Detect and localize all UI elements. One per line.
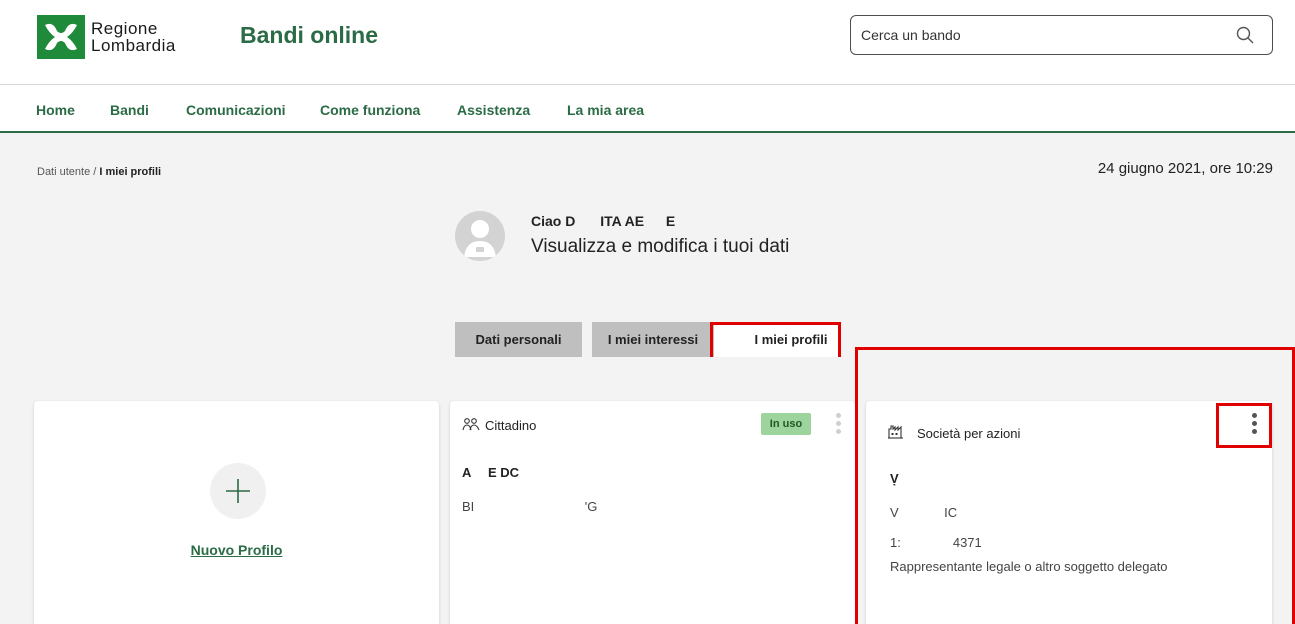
search-input[interactable]: [851, 16, 1221, 54]
company-name: Ṿ: [890, 471, 899, 486]
nav-la-mia-area[interactable]: La mia area: [567, 102, 644, 118]
search-icon[interactable]: [1236, 26, 1254, 44]
company-address: V IC: [890, 505, 958, 520]
breadcrumb-current: I miei profili: [99, 166, 162, 178]
tab-i-miei-interessi[interactable]: I miei interessi: [592, 322, 714, 357]
people-icon: [462, 418, 480, 431]
user-greeting: Ciao D ITA AE E: [531, 213, 676, 229]
profiles-area: Nuovo Profilo Cittadino In uso A E DC BI…: [0, 357, 1295, 624]
in-use-badge: In uso: [761, 413, 811, 435]
breadcrumb-separator: /: [90, 166, 100, 178]
nav-assistenza[interactable]: Assistenza: [457, 102, 530, 118]
plus-icon: [226, 479, 250, 503]
user-icon: [464, 220, 496, 257]
profile-role: Rappresentante legale o altro soggetto d…: [890, 559, 1168, 574]
search-box[interactable]: [850, 15, 1273, 55]
profile-type-title: Cittadino: [485, 418, 537, 433]
profile-type-title: Società per azioni: [917, 426, 1021, 441]
tab-dati-personali[interactable]: Dati personali: [455, 322, 582, 357]
regione-lombardia-logo[interactable]: Regione Lombardia: [37, 15, 176, 59]
page-subtitle: Visualizza e modifica i tuoi dati: [531, 236, 790, 257]
tab-i-miei-profili[interactable]: I miei profili: [714, 322, 838, 357]
user-profile-band: Dati utente / I miei profili 24 giugno 2…: [0, 133, 1295, 357]
kebab-menu-icon[interactable]: [836, 413, 842, 437]
site-title[interactable]: Bandi online: [240, 22, 378, 49]
company-vat-number: 1: 4371: [890, 535, 982, 550]
new-profile-link[interactable]: Nuovo Profilo: [34, 542, 439, 558]
logo-mark-icon: [37, 15, 85, 59]
breadcrumb-parent[interactable]: Dati utente: [37, 166, 90, 178]
profile-fiscal-code: BI 'G: [462, 499, 598, 514]
nav-comunicazioni[interactable]: Comunicazioni: [186, 102, 286, 118]
kebab-menu-icon[interactable]: [1252, 413, 1258, 437]
breadcrumb: Dati utente / I miei profili: [37, 166, 161, 178]
add-profile-button[interactable]: [210, 463, 266, 519]
current-datetime: 24 giugno 2021, ore 10:29: [1097, 160, 1273, 177]
profile-card-cittadino[interactable]: Cittadino In uso A E DC BI 'G: [450, 401, 855, 624]
avatar: [455, 211, 505, 261]
nav-home[interactable]: Home: [36, 102, 75, 118]
nav-come-funziona[interactable]: Come funziona: [320, 102, 420, 118]
logo-text: Regione Lombardia: [91, 19, 176, 55]
profile-holder-name: A E DC: [462, 465, 520, 480]
profile-card-societa[interactable]: Società per azioni Ṿ V IC 1: 4371 Rappr…: [866, 401, 1272, 624]
factory-icon: [888, 425, 903, 439]
main-nav: Home Bandi Comunicazioni Come funziona A…: [0, 85, 1295, 131]
nav-bandi[interactable]: Bandi: [110, 102, 149, 118]
new-profile-card[interactable]: Nuovo Profilo: [34, 401, 439, 624]
header: Regione Lombardia Bandi online: [0, 0, 1295, 84]
